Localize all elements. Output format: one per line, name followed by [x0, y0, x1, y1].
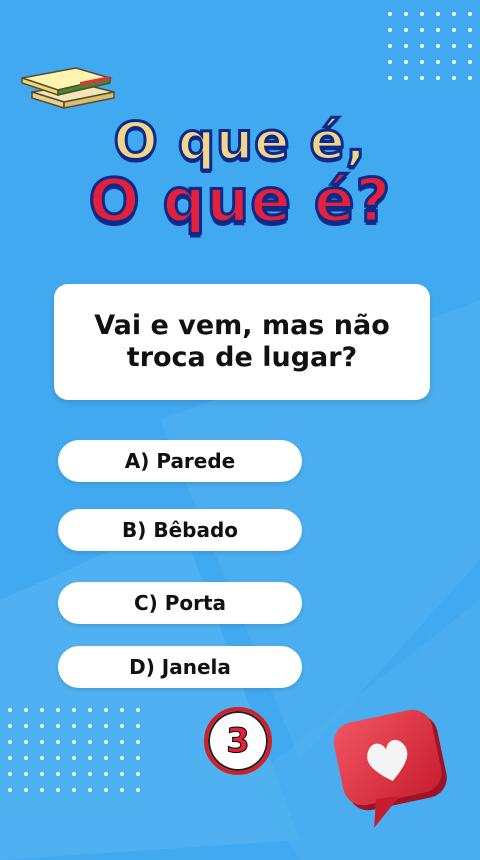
dot — [56, 740, 60, 744]
dot — [436, 44, 440, 48]
dot — [120, 724, 124, 728]
dot — [120, 788, 124, 792]
dot — [88, 756, 92, 760]
dot — [40, 788, 44, 792]
question-card: Vai e vem, mas não troca de lugar? — [54, 284, 430, 400]
dot — [88, 772, 92, 776]
dot — [468, 60, 472, 64]
dot — [436, 28, 440, 32]
dot — [120, 740, 124, 744]
dot — [452, 76, 456, 80]
dot — [40, 772, 44, 776]
dot — [24, 772, 28, 776]
dot — [88, 788, 92, 792]
dot — [120, 772, 124, 776]
books-icon — [21, 67, 115, 110]
dot — [436, 12, 440, 16]
dot — [24, 756, 28, 760]
dot — [120, 708, 124, 712]
dot — [40, 724, 44, 728]
dot — [420, 12, 424, 16]
dot — [72, 724, 76, 728]
dot — [104, 788, 108, 792]
dot — [468, 44, 472, 48]
dot — [72, 740, 76, 744]
dot — [56, 756, 60, 760]
dot — [120, 756, 124, 760]
dot-pattern-top — [388, 12, 480, 92]
dot — [88, 740, 92, 744]
dot — [8, 708, 12, 712]
question-text: Vai e vem, mas não troca de lugar? — [94, 309, 390, 373]
dot — [104, 708, 108, 712]
option-d-button[interactable]: D) Janela — [58, 646, 302, 688]
dot — [88, 708, 92, 712]
dot — [136, 756, 140, 760]
heart-icon[interactable] — [330, 698, 460, 828]
dot — [388, 28, 392, 32]
dot — [388, 44, 392, 48]
dot — [8, 772, 12, 776]
dot — [420, 76, 424, 80]
timer-value: 3 — [226, 721, 251, 762]
dot — [468, 76, 472, 80]
dot — [72, 772, 76, 776]
dot — [40, 708, 44, 712]
option-c-button[interactable]: C) Porta — [58, 582, 302, 624]
dot — [8, 756, 12, 760]
dot — [56, 772, 60, 776]
dot — [404, 44, 408, 48]
option-b-button[interactable]: B) Bêbado — [58, 509, 302, 551]
dot — [468, 12, 472, 16]
dot — [436, 60, 440, 64]
dot — [8, 788, 12, 792]
dot — [88, 724, 92, 728]
option-a-button[interactable]: A) Parede — [58, 440, 302, 482]
quiz-screen: O que é, O que é? Vai e vem, mas não tro… — [0, 0, 480, 860]
dot — [72, 788, 76, 792]
dot — [56, 788, 60, 792]
dot — [136, 788, 140, 792]
dot — [56, 724, 60, 728]
dot — [136, 772, 140, 776]
dot — [420, 28, 424, 32]
dot-pattern-bottom — [8, 708, 152, 804]
dot — [452, 12, 456, 16]
dot — [72, 708, 76, 712]
dot — [388, 76, 392, 80]
dot — [8, 740, 12, 744]
dot — [24, 708, 28, 712]
dot — [388, 60, 392, 64]
dot — [452, 44, 456, 48]
dot — [436, 76, 440, 80]
dot — [452, 60, 456, 64]
dot — [24, 724, 28, 728]
dot — [420, 44, 424, 48]
dot — [40, 740, 44, 744]
dot — [104, 724, 108, 728]
dot — [136, 724, 140, 728]
dot — [104, 740, 108, 744]
dot — [104, 772, 108, 776]
title-line-1: O que é, — [112, 111, 367, 174]
dot — [104, 756, 108, 760]
dot — [24, 788, 28, 792]
dot — [40, 756, 44, 760]
dot — [136, 708, 140, 712]
countdown-timer: 3 — [204, 707, 272, 775]
title-line-2: O que é? — [87, 165, 392, 238]
dot — [404, 76, 408, 80]
dot — [452, 28, 456, 32]
dot — [388, 12, 392, 16]
dot — [8, 724, 12, 728]
dot — [404, 28, 408, 32]
dot — [420, 60, 424, 64]
dot — [72, 756, 76, 760]
dot — [404, 60, 408, 64]
dot — [468, 28, 472, 32]
dot — [56, 708, 60, 712]
dot — [404, 12, 408, 16]
dot — [136, 740, 140, 744]
dot — [24, 740, 28, 744]
